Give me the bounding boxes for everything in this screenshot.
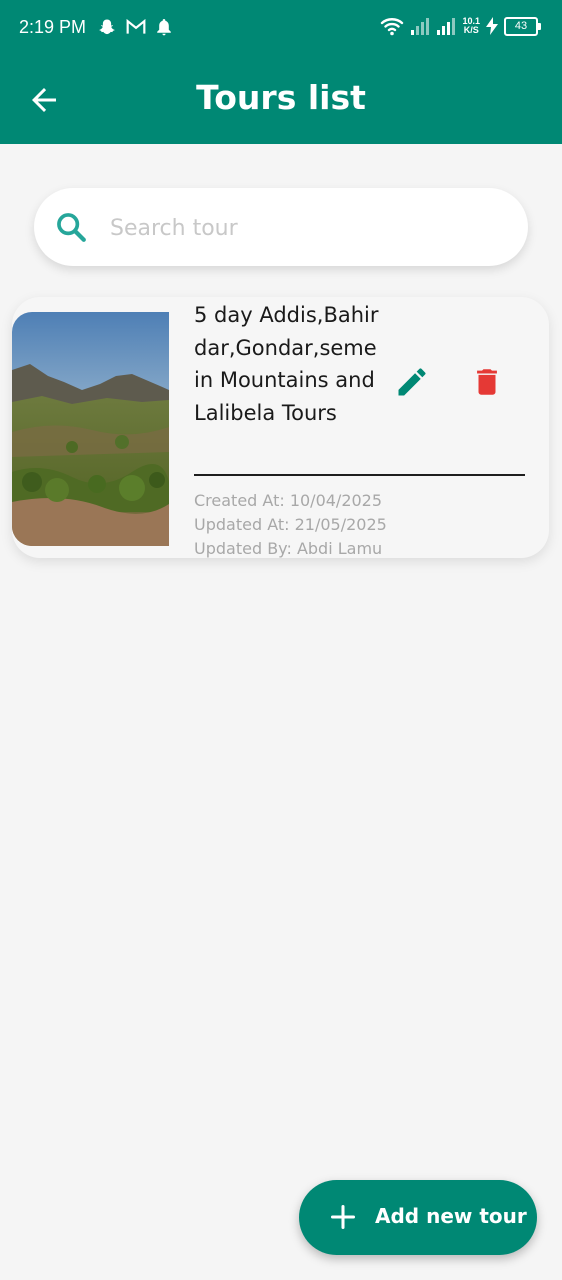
- top-bar: 2:19 PM 10.1 K/S 43 Tours list: [0, 0, 562, 144]
- network-speed-unit: K/S: [463, 25, 479, 35]
- snapchat-icon: [99, 19, 115, 35]
- search-icon: [57, 213, 86, 242]
- signal-2-icon: [437, 18, 456, 35]
- updated-at: Updated At: 21/05/2025: [194, 515, 387, 534]
- add-new-tour-button[interactable]: Add new tour: [299, 1180, 537, 1255]
- page-title: Tours list: [196, 78, 366, 117]
- status-time: 2:19 PM: [19, 17, 87, 37]
- network-speed: 10.1 K/S: [462, 17, 480, 35]
- plus-icon: [330, 1204, 356, 1230]
- charging-icon: [486, 17, 498, 35]
- app-bar: Tours list: [0, 56, 562, 144]
- updated-by: Updated By: Abdi Lamu: [194, 539, 383, 558]
- search-bar[interactable]: [34, 188, 528, 266]
- search-input[interactable]: [108, 208, 502, 248]
- card-divider: [194, 474, 525, 476]
- bell-icon: [157, 19, 171, 36]
- add-new-tour-label: Add new tour: [375, 1204, 527, 1228]
- signal-1-icon: [411, 18, 430, 35]
- delete-icon[interactable]: [470, 364, 504, 400]
- created-at: Created At: 10/04/2025: [194, 491, 383, 510]
- battery-icon: 43: [504, 16, 541, 36]
- status-right: 10.1 K/S 43: [380, 16, 541, 36]
- status-bar: 2:19 PM 10.1 K/S 43: [0, 0, 562, 56]
- tour-card[interactable]: 5 day Addis,Bahirdar,Gondar,semein Mount…: [12, 297, 549, 558]
- gmail-icon: [126, 19, 146, 34]
- edit-icon[interactable]: [394, 364, 430, 400]
- notification-icons: [98, 18, 172, 36]
- tour-image[interactable]: [12, 312, 169, 546]
- wifi-icon: [381, 18, 404, 36]
- tour-name: 5 day Addis,Bahirdar,Gondar,semein Mount…: [194, 303, 379, 425]
